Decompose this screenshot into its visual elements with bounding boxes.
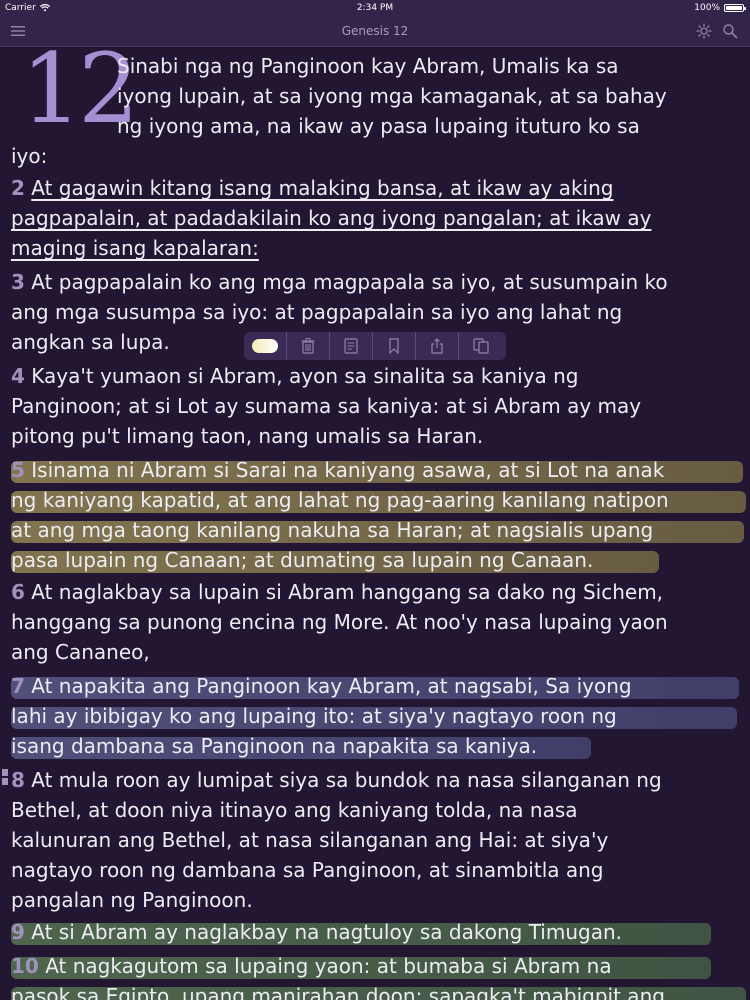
share-action[interactable] [416,332,459,360]
highlight-action[interactable] [244,332,287,360]
verse-line: nagtayo roon ng dambana sa Panginoon, at… [11,858,604,882]
search-icon[interactable] [722,23,738,39]
verse-line: kalunuran ang Bethel, at nasa silanganan… [11,828,609,852]
verse-line: 2 At gagawin kitang isang malaking bansa… [11,173,746,203]
verse-line: Bethel, at doon niya itinayo ang kaniyan… [11,798,578,822]
verse-10[interactable]: 10 At nagkagutom sa lupaing yaon: at bum… [11,951,746,1000]
highlight-color-icon [252,339,278,353]
verse-line: ang mga susumpa sa iyo: at pagpapalain s… [11,300,623,324]
verse-line: 8 At mula roon ay lumipat siya sa bundok… [11,765,746,795]
copy-action[interactable] [459,332,502,360]
verse-number: 2 [11,176,25,200]
verse-line: pasa lupain ng Canaan; at dumating sa lu… [11,548,594,572]
verse-line: iyong lupain, at sa iyong mga kamaganak,… [117,84,667,108]
verse-text: maging isang kapalaran: [11,236,259,260]
chapter-title[interactable]: Genesis 12 [0,16,750,46]
verse-1-tail: iyo: [11,141,47,171]
verse-text: At si Abram ay naglakbay na nagtuloy sa … [31,920,622,944]
verse-text: At nagkagutom sa lupaing yaon: at bumaba… [45,954,612,978]
verse-number: 10 [11,954,39,978]
verse-line: at ang mga taong kanilang nakuha sa Hara… [11,518,654,542]
verse-line: pitong pu't limang taon, nang umalis sa … [11,424,484,448]
verse-action-bar [244,332,506,360]
battery-icon [724,4,746,12]
verse-line: pasok sa Egipto, upang manirahan doon; s… [11,984,665,1000]
verse-line: ng iyong ama, na ikaw ay pasa lupaing it… [117,114,640,138]
verse-5[interactable]: 5 Isinama ni Abram si Sarai na kaniyang … [11,455,746,575]
verse-line: 9 At si Abram ay naglakbay na nagtuloy s… [11,917,746,947]
verse-number: 6 [11,580,25,604]
verse-line: 10 At nagkagutom sa lupaing yaon: at bum… [11,951,746,981]
verse-2[interactable]: 2 At gagawin kitang isang malaking bansa… [11,173,746,263]
verse-text: At mula roon ay lumipat siya sa bundok n… [31,768,662,792]
note-marker-icon[interactable] [2,769,8,785]
share-icon [431,338,443,354]
status-time: 2:34 PM [356,3,394,13]
verse-line: 5 Isinama ni Abram si Sarai na kaniyang … [11,455,746,485]
verse-line: lahi ay ibibigay ko ang lupaing ito: at … [11,704,617,728]
verse-text: At napakita ang Panginoon kay Abram, at … [31,674,632,698]
chapter-content[interactable]: 12 Sinabi nga ng Panginoon kay Abram, Um… [0,47,750,1000]
verse-line: isang dambana sa Panginoon na napakita s… [11,734,538,758]
note-icon [344,338,358,354]
verse-line: pagpapalain, at padadakilain ko ang iyon… [11,203,746,233]
verse-6[interactable]: 6 At naglakbay sa lupain si Abram hangga… [11,577,746,667]
verse-number: 4 [11,364,25,388]
trash-icon [301,338,315,354]
verse-line: 7 At napakita ang Panginoon kay Abram, a… [11,671,746,701]
verse-line: hanggang sa punong encina ng More. At no… [11,610,668,634]
verse-9[interactable]: 9 At si Abram ay naglakbay na nagtuloy s… [11,917,746,947]
verse-line: iyo: [11,144,48,168]
verse-line: Panginoon; at si Lot ay sumama sa kaniya… [11,394,642,418]
delete-action[interactable] [287,332,330,360]
navigation-bar: Genesis 12 [0,16,750,47]
verse-line: 3 At pagpapalain ko ang mga magpapala sa… [11,267,746,297]
verse-number: 9 [11,920,25,944]
verse-line: Sinabi nga ng Panginoon kay Abram, Umali… [117,54,619,78]
verse-number: 8 [11,768,25,792]
verse-line: ang Cananeo, [11,640,150,664]
verse-line: ng kaniyang kapatid, at ang lahat ng pag… [11,488,669,512]
verse-text: At pagpapalain ko ang mga magpapala sa i… [31,270,668,294]
verse-number: 5 [11,458,25,482]
verse-text: Kaya't yumaon si Abram, ayon sa sinalita… [31,364,579,388]
verse-text: pagpapalain, at padadakilain ko ang iyon… [11,206,652,230]
battery-percent: 100% [694,3,720,13]
verse-text: Isinama ni Abram si Sarai na kaniyang as… [31,458,665,482]
verse-line: maging isang kapalaran: [11,233,746,263]
verse-number: 7 [11,674,25,698]
verse-1-lead: Sinabi nga ng Panginoon kay Abram, Umali… [117,51,667,141]
status-right: 100% [694,0,746,16]
verse-4[interactable]: 4 Kaya't yumaon si Abram, ayon sa sinali… [11,361,746,451]
verse-7[interactable]: 7 At napakita ang Panginoon kay Abram, a… [11,671,746,761]
bookmark-icon [389,338,399,354]
verse-8[interactable]: 8 At mula roon ay lumipat siya sa bundok… [11,765,746,915]
brightness-icon[interactable] [696,23,712,39]
verse-line: 6 At naglakbay sa lupain si Abram hangga… [11,577,746,607]
status-bar: Carrier 2:34 PM 100% [0,0,750,16]
bookmark-action[interactable] [373,332,416,360]
verse-line: pangalan ng Panginoon. [11,888,253,912]
verse-text: At naglakbay sa lupain si Abram hanggang… [31,580,664,604]
copy-icon [472,338,489,354]
verse-line: 4 Kaya't yumaon si Abram, ayon sa sinali… [11,361,746,391]
note-action[interactable] [330,332,373,360]
verse-number: 3 [11,270,25,294]
bible-reader-screen: Carrier 2:34 PM 100% Genesis 12 12 Sinab… [0,0,750,1000]
verse-text: At gagawin kitang isang malaking bansa, … [31,176,614,200]
